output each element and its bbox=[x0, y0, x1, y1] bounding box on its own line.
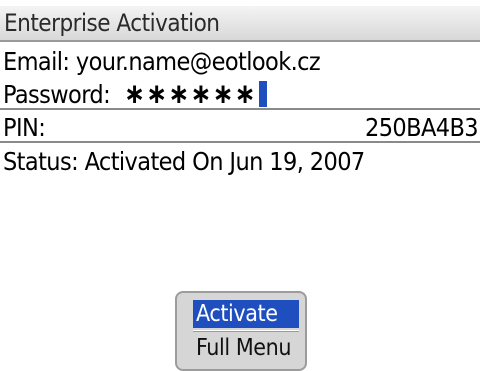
password-label: Password: bbox=[3, 80, 111, 109]
title-bar: Enterprise Activation bbox=[0, 6, 480, 42]
password-field[interactable]: ∗∗∗∗∗∗ bbox=[124, 80, 267, 108]
menu-divider bbox=[193, 330, 299, 332]
menu-item-activate[interactable]: Activate bbox=[193, 300, 299, 328]
pin-value: 250BA4B3 bbox=[365, 113, 479, 142]
password-row: Password: ∗∗∗∗∗∗ bbox=[0, 78, 480, 110]
email-row: Email: your.name@eotlook.cz bbox=[0, 45, 480, 77]
context-menu: Activate Full Menu bbox=[175, 291, 307, 371]
device-screen: Enterprise Activation Email: your.name@e… bbox=[0, 0, 480, 371]
screen-title: Enterprise Activation bbox=[4, 9, 220, 37]
status-text: Status: Activated On Jun 19, 2007 bbox=[3, 147, 365, 176]
menu-item-full-menu[interactable]: Full Menu bbox=[193, 334, 299, 362]
email-label: Email: your.name@eotlook.cz bbox=[3, 47, 321, 76]
pin-label: PIN: bbox=[3, 113, 46, 142]
password-value: ∗∗∗∗∗∗ bbox=[124, 77, 257, 110]
status-row: Status: Activated On Jun 19, 2007 bbox=[0, 145, 480, 177]
pin-row: PIN: 250BA4B3 bbox=[0, 111, 480, 143]
text-cursor bbox=[258, 81, 267, 107]
